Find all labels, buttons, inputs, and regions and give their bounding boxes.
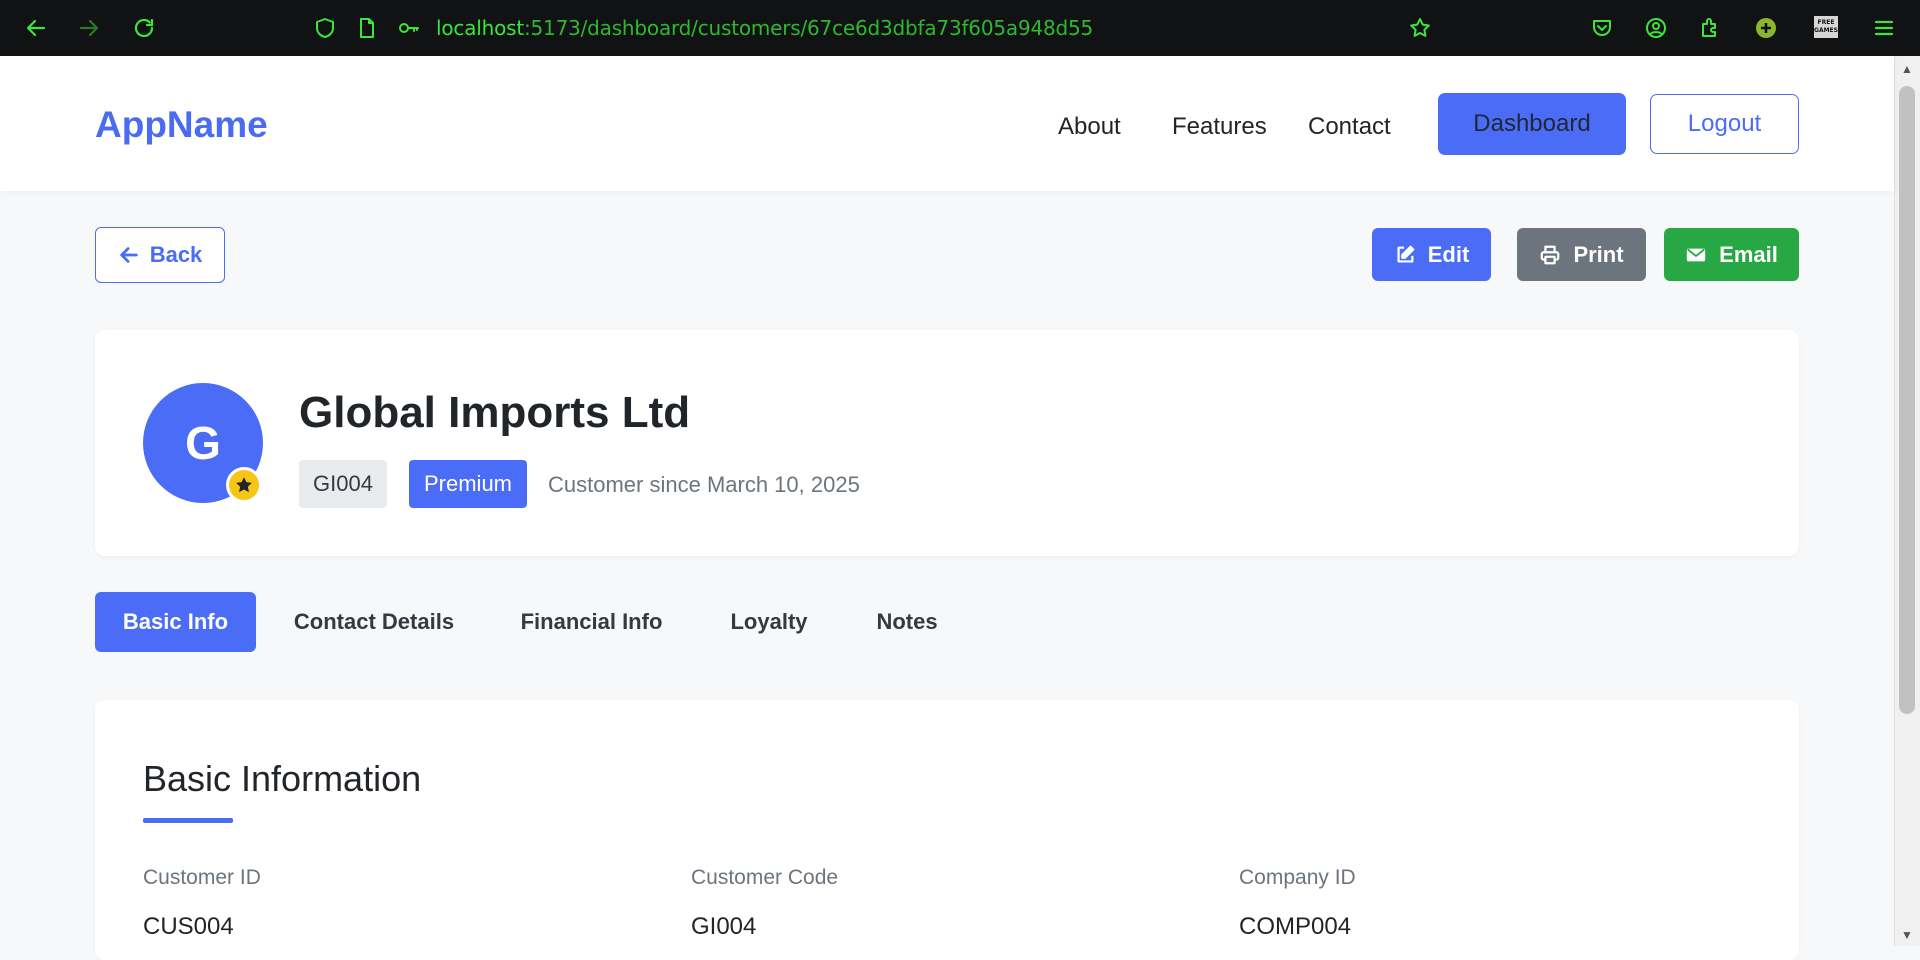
- nav-link-features[interactable]: Features: [1172, 113, 1267, 141]
- page-icon[interactable]: [353, 14, 381, 42]
- edit-button-label: Edit: [1427, 241, 1470, 267]
- url-host: localhost: [436, 16, 524, 40]
- customer-profile-card: G Global Imports Ltd GI004 Premium Custo…: [95, 330, 1799, 556]
- field-value-customer-id: CUS004: [143, 913, 234, 940]
- customer-tier-badge: Premium: [409, 460, 528, 508]
- field-value-company-id: COMP004: [1239, 913, 1352, 940]
- field-label-customer-code: Customer Code: [691, 866, 839, 889]
- browser-toolbar: localhost:5173/dashboard/customers/67ce6…: [0, 0, 1920, 56]
- back-arrow-icon[interactable]: [22, 14, 50, 42]
- add-extension-icon[interactable]: [1752, 14, 1780, 42]
- tab-loyalty[interactable]: Loyalty: [716, 592, 822, 652]
- field-label-company-id: Company ID: [1239, 866, 1356, 889]
- account-icon[interactable]: [1642, 14, 1670, 42]
- printer-icon: [1541, 245, 1560, 264]
- scroll-up-icon[interactable]: ▲: [1901, 62, 1913, 76]
- brand-logo[interactable]: AppName: [95, 104, 268, 146]
- section-title: Basic Information: [143, 758, 422, 799]
- menu-icon[interactable]: [1870, 14, 1898, 42]
- section-underline: [143, 818, 233, 823]
- envelope-icon: [1686, 248, 1706, 261]
- reload-icon[interactable]: [130, 14, 158, 42]
- customer-since: Customer since March 10, 2025: [548, 472, 860, 497]
- back-button[interactable]: Back: [95, 227, 225, 283]
- app-header: AppName About Features Contact Dashboard…: [0, 56, 1894, 191]
- nav-link-contact[interactable]: Contact: [1308, 113, 1391, 141]
- arrow-left-icon: [119, 247, 138, 263]
- scrollbar-thumb[interactable]: [1899, 86, 1915, 714]
- field-value-customer-code: GI004: [691, 913, 757, 940]
- tab-basic-info[interactable]: Basic Info: [95, 592, 256, 652]
- edit-icon: [1397, 245, 1415, 263]
- edit-button[interactable]: Edit: [1372, 228, 1491, 281]
- key-icon[interactable]: [395, 14, 423, 42]
- scroll-down-icon[interactable]: ▼: [1901, 928, 1913, 942]
- premium-star-icon: [226, 467, 262, 503]
- forward-arrow-icon[interactable]: [75, 14, 103, 42]
- back-button-label: Back: [149, 242, 203, 267]
- email-button[interactable]: Email: [1664, 228, 1799, 281]
- logout-button[interactable]: Logout: [1650, 94, 1799, 154]
- email-button-label: Email: [1719, 241, 1778, 267]
- extensions-icon[interactable]: [1696, 14, 1724, 42]
- url-path: :5173/dashboard/customers/67ce6d3dbfa73f…: [523, 16, 1094, 40]
- tab-notes[interactable]: Notes: [862, 592, 952, 652]
- print-button[interactable]: Print: [1517, 228, 1646, 281]
- field-label-customer-id: Customer ID: [143, 866, 261, 889]
- shield-icon[interactable]: [311, 14, 339, 42]
- customer-name: Global Imports Ltd: [299, 388, 691, 437]
- tab-financial-info[interactable]: Financial Info: [507, 592, 676, 652]
- address-bar[interactable]: localhost:5173/dashboard/customers/67ce6…: [436, 14, 1093, 42]
- print-button-label: Print: [1573, 241, 1624, 267]
- bookmark-star-icon[interactable]: [1406, 14, 1434, 42]
- free-games-icon[interactable]: FREE GAMES: [1814, 16, 1838, 38]
- basic-info-card: Basic Information Customer ID CUS004 Cus…: [95, 700, 1799, 960]
- tab-contact-details[interactable]: Contact Details: [281, 592, 467, 652]
- pocket-icon[interactable]: [1588, 14, 1616, 42]
- customer-code-badge: GI004: [299, 460, 387, 508]
- dashboard-button[interactable]: Dashboard: [1438, 93, 1626, 155]
- page-scrollbar[interactable]: ▲ ▼: [1894, 56, 1920, 946]
- nav-link-about[interactable]: About: [1058, 113, 1121, 141]
